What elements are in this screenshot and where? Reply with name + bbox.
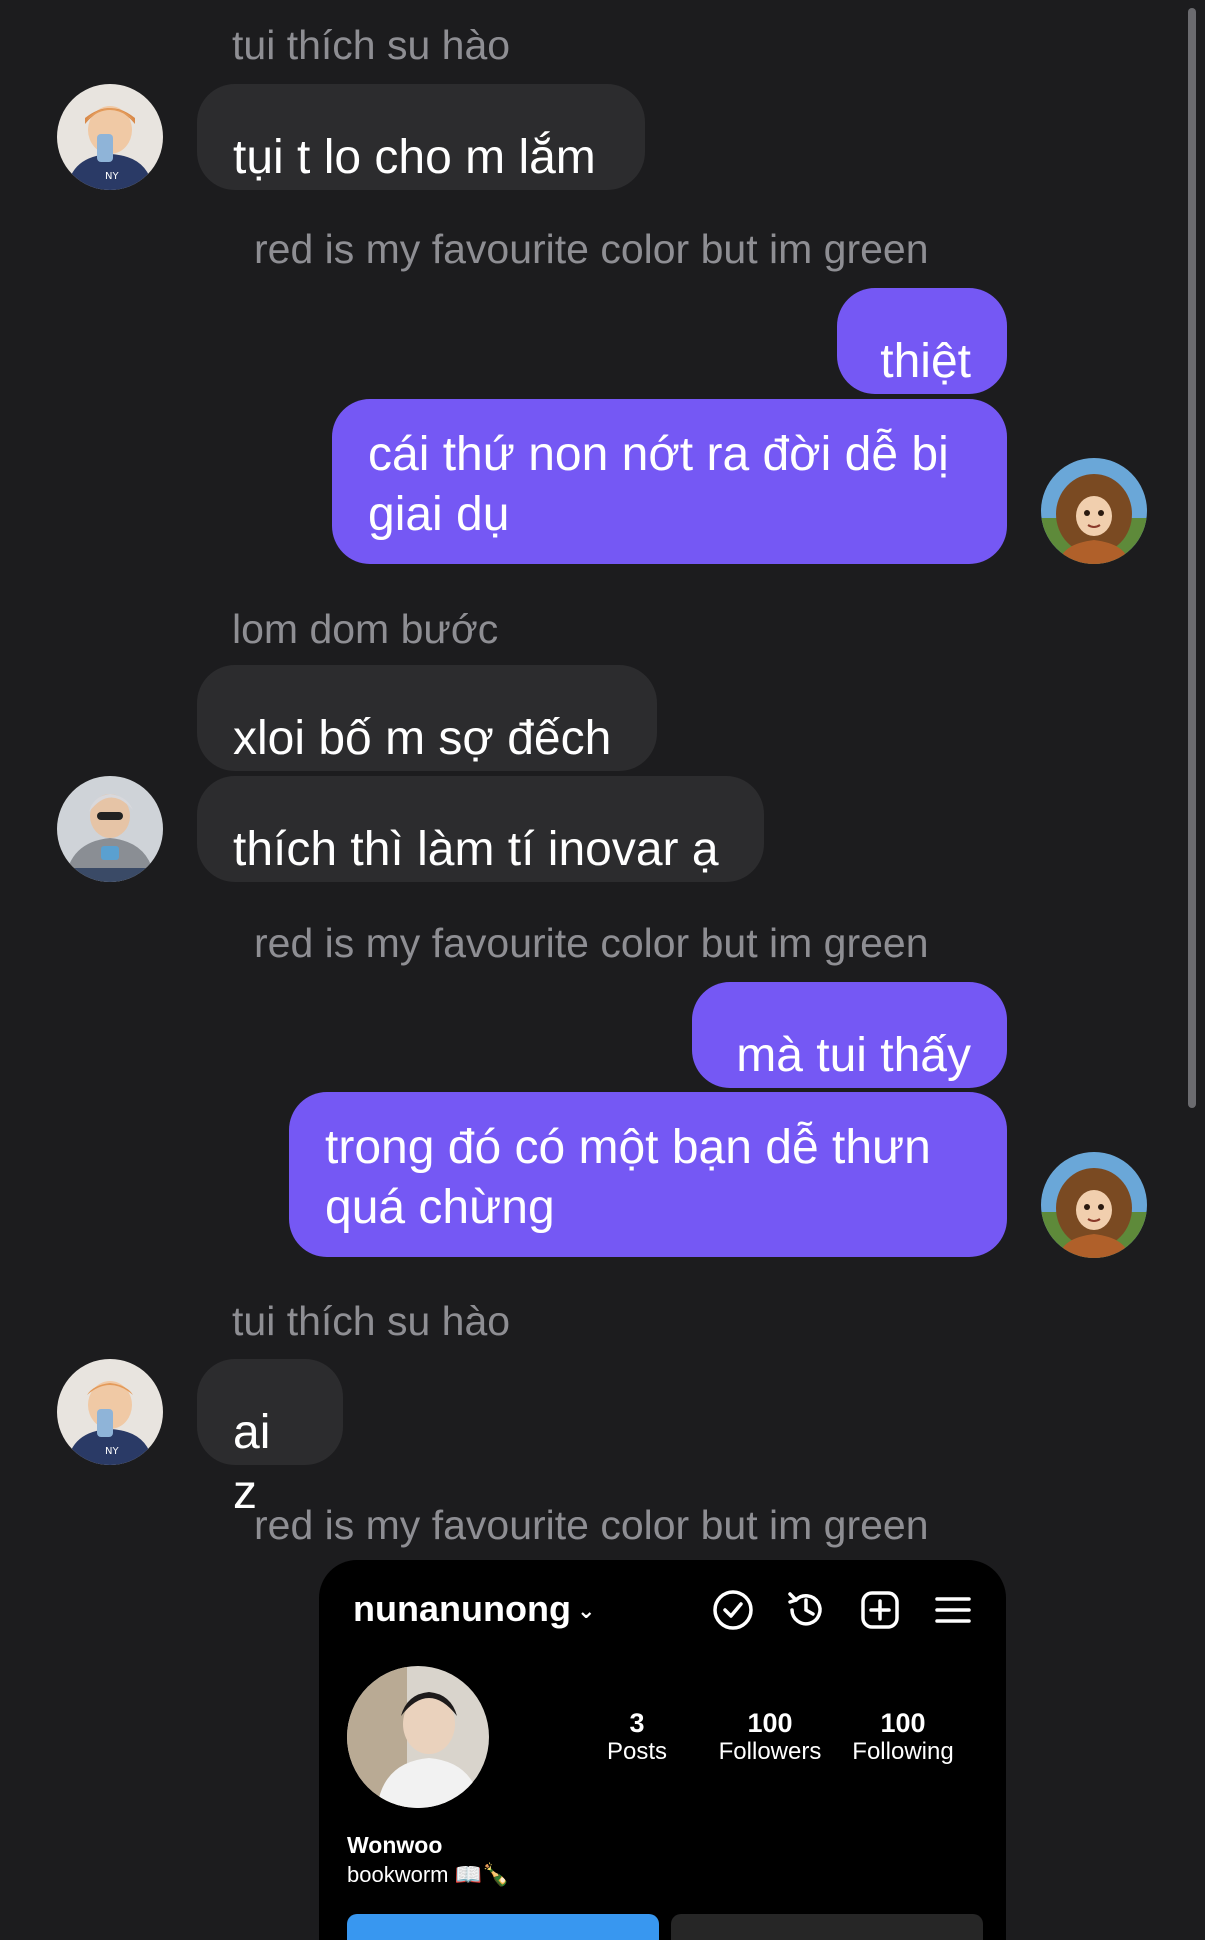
- message-bubble[interactable]: thiệt: [837, 288, 1007, 394]
- sender-name: red is my favourite color but im green: [254, 920, 929, 966]
- add-square-icon: [861, 1591, 899, 1629]
- message-bubble[interactable]: trong đó có một bạn dễ thưn quá chừng: [289, 1092, 1007, 1257]
- menu-icon: [935, 1597, 971, 1623]
- sender-name: lom dom bước: [232, 606, 499, 652]
- shared-profile-card[interactable]: nunanunong ⌄ 3 Posts 100 Followers 100 F…: [319, 1560, 1006, 1940]
- posts-label: Posts: [606, 1738, 668, 1765]
- posts-count: 3: [629, 1708, 645, 1738]
- message-text: trong đó có một bạn dễ thưn quá chừng: [325, 1121, 931, 1234]
- profile-display-name: Wonwoo: [347, 1832, 443, 1858]
- svg-text:NY: NY: [105, 171, 119, 182]
- message-text: thiệt: [880, 335, 971, 388]
- primary-action-button[interactable]: [347, 1914, 659, 1940]
- message-bubble[interactable]: mà tui thấy: [692, 982, 1007, 1088]
- followers-label: Followers: [718, 1738, 822, 1765]
- message-bubble[interactable]: xloi bố m sợ đếch: [197, 665, 657, 771]
- check-circle-icon: [713, 1590, 753, 1630]
- sender-name: tui thích su hào: [232, 22, 511, 68]
- message-bubble[interactable]: ai z: [197, 1359, 343, 1519]
- profile-avatar: [347, 1666, 489, 1808]
- profile-username: nunanunong ⌄: [353, 1588, 596, 1629]
- avatar[interactable]: NY: [57, 1359, 163, 1465]
- history-icon: [788, 1592, 822, 1626]
- message-text: thích thì làm tí inovar ạ: [233, 823, 719, 876]
- message-text: mà tui thấy: [736, 1029, 971, 1082]
- sender-name: red is my favourite color but im green: [254, 226, 929, 272]
- svg-text:NY: NY: [105, 1446, 119, 1457]
- message-text: xloi bố m sợ đếch: [233, 712, 612, 765]
- following-label: Following: [852, 1738, 954, 1765]
- secondary-action-button[interactable]: [671, 1914, 983, 1940]
- message-bubble[interactable]: tụi t lo cho m lắm: [197, 84, 645, 190]
- avatar[interactable]: [1041, 1152, 1147, 1258]
- profile-bio: bookworm 📖🍾: [347, 1862, 510, 1887]
- followers-count: 100: [747, 1708, 793, 1738]
- sender-name: tui thích su hào: [232, 1298, 511, 1344]
- message-bubble[interactable]: cái thứ non nớt ra đời dễ bị giai dụ: [332, 399, 1007, 564]
- scrollbar[interactable]: [1188, 8, 1196, 1108]
- following-count: 100: [880, 1708, 926, 1738]
- sender-name: red is my favourite color but im green: [254, 1502, 929, 1548]
- chevron-down-icon: ⌄: [576, 1598, 596, 1624]
- avatar[interactable]: NY: [57, 84, 163, 190]
- avatar[interactable]: [57, 776, 163, 882]
- message-text: cái thứ non nớt ra đời dễ bị giai dụ: [368, 428, 949, 541]
- avatar[interactable]: [1041, 458, 1147, 564]
- message-bubble[interactable]: thích thì làm tí inovar ạ: [197, 776, 764, 882]
- message-text: tụi t lo cho m lắm: [233, 131, 596, 184]
